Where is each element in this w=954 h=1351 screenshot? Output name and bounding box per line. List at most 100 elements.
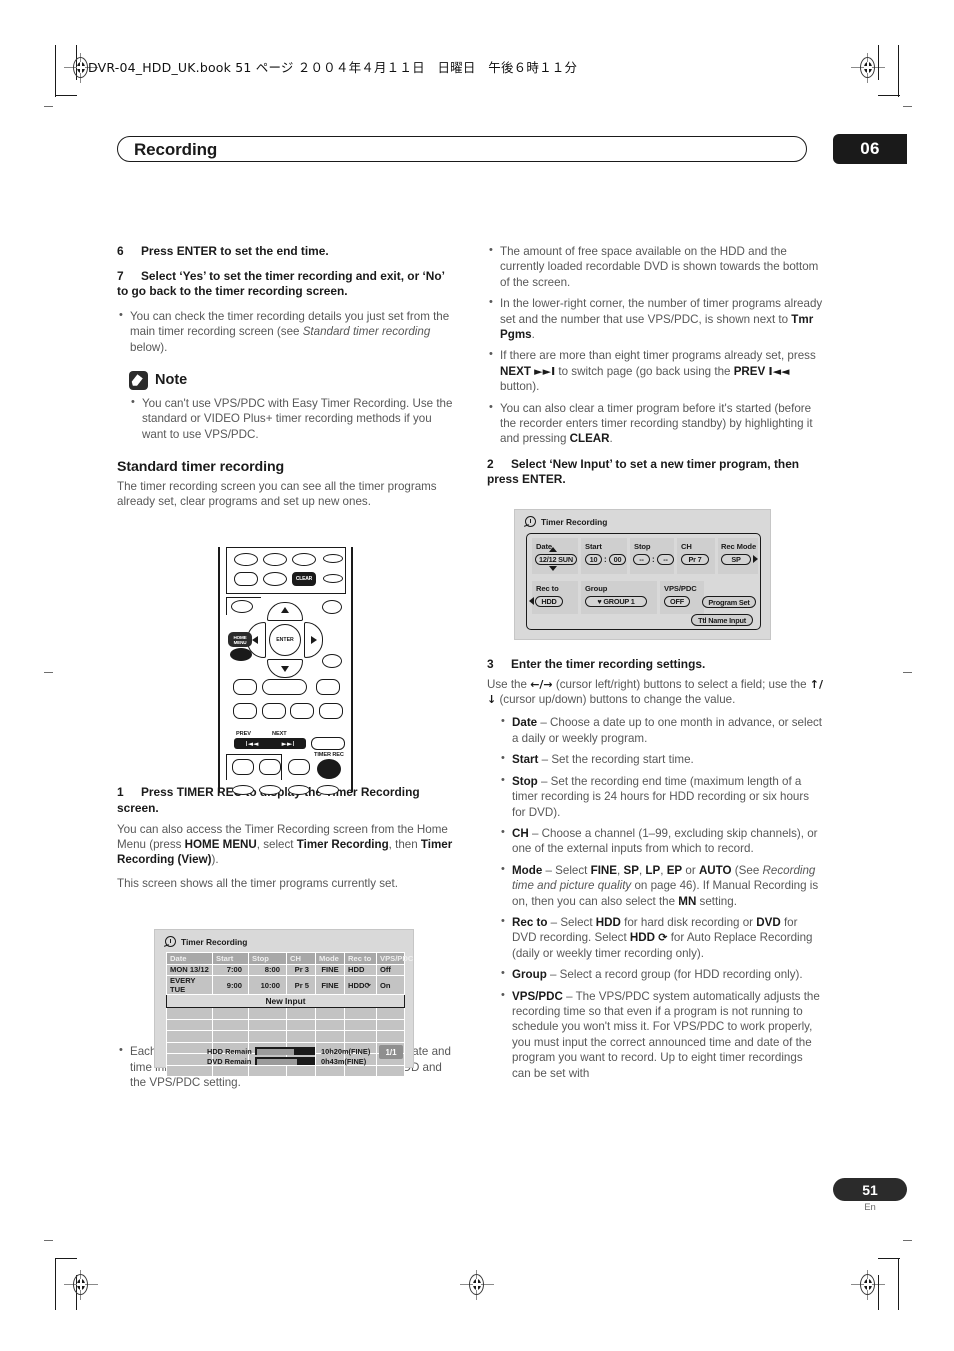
cell-stop: 10:00 xyxy=(248,975,287,995)
remote-key-prev-glyph: I◄◄ xyxy=(245,739,259,748)
cell-mode: FINE xyxy=(315,963,345,976)
remote-key-generic xyxy=(323,554,343,563)
up-arrow-icon xyxy=(549,547,557,552)
setting-term: Start xyxy=(512,753,539,767)
step-6-text: Press ENTER to set the end time. xyxy=(141,244,329,258)
step-2-text: Select ‘New Input’ to set a new timer pr… xyxy=(487,456,800,487)
osd-timer-recording-list: Timer Recording Date Start Stop CH Mode … xyxy=(154,929,414,1077)
osd-setup-title: Timer Recording xyxy=(525,516,607,527)
dpad-left-arrow-icon xyxy=(252,636,258,644)
value-start-minute[interactable]: 00 xyxy=(609,554,626,565)
setting-desc: – Set the recording end time (maximum le… xyxy=(512,774,810,819)
dpad-right-arrow-icon xyxy=(311,636,317,644)
remote-key-generic xyxy=(292,553,316,566)
value-stop-minute[interactable]: -- xyxy=(657,554,674,565)
page-language-code: En xyxy=(864,1202,876,1213)
remote-prev-next-bar[interactable]: I◄◄ ►►I xyxy=(234,738,306,749)
step-6-number: 6 xyxy=(117,244,124,258)
remote-key-generic xyxy=(233,703,257,719)
remote-key-generic xyxy=(259,785,281,795)
list-item: You can check the timer recording detail… xyxy=(117,308,453,355)
step-6: 6 Press ENTER to set the end time. xyxy=(117,244,453,260)
list-item: The amount of free space available on th… xyxy=(487,243,823,290)
down-arrow-icon xyxy=(549,566,557,571)
value-ch[interactable]: Pr 7 xyxy=(681,554,709,565)
value-stop-hour[interactable]: -- xyxy=(633,554,650,565)
value-date[interactable]: 12/12 SUN xyxy=(535,554,577,565)
remote-key-generic xyxy=(262,703,286,719)
remote-key-enter-label: ENTER xyxy=(276,637,294,643)
table-row[interactable] xyxy=(166,1018,405,1031)
label-start: Start xyxy=(585,542,602,551)
trim-mark-left-lower xyxy=(44,1240,53,1241)
timer-screen-notes: The amount of free space available on th… xyxy=(487,243,823,447)
remote-key-timer-rec[interactable] xyxy=(317,759,341,779)
title-name-input-button[interactable]: Ttl Name Input xyxy=(691,614,753,626)
pencil-icon xyxy=(129,371,148,390)
remote-key-generic xyxy=(322,600,342,614)
remote-key-clear[interactable]: CLEAR xyxy=(292,572,316,586)
table-row[interactable]: EVERY TUE 9:00 10:00 Pr 5 FINE HDD⟳ On xyxy=(166,975,405,995)
trim-mark-right-lower xyxy=(903,1240,912,1241)
setting-term: Group xyxy=(512,968,547,982)
remote-key-generic xyxy=(232,759,254,775)
table-row-new-input[interactable]: New Input xyxy=(166,994,405,1008)
stop-colon: : xyxy=(652,555,655,564)
remote-key-generic xyxy=(316,679,340,695)
col-stop: Stop xyxy=(248,952,287,965)
table-row[interactable] xyxy=(166,1030,405,1043)
note-heading: Note xyxy=(129,371,453,390)
table-row[interactable] xyxy=(166,1064,405,1077)
dvd-remain-bar xyxy=(255,1057,315,1065)
step-3-number: 3 xyxy=(487,657,494,672)
cell-mode: FINE xyxy=(315,975,345,995)
col-vps-pdc: VPS/PDC xyxy=(376,952,413,965)
chapter-number-badge: 06 xyxy=(833,134,907,164)
value-rec-to[interactable]: HDD xyxy=(535,596,563,607)
setting-desc: – Select a record group (for HDD recordi… xyxy=(550,968,803,982)
remote-key-generic xyxy=(290,703,314,719)
step-3: 3 Enter the timer recording settings. xyxy=(487,657,823,673)
list-item: You can't use VPS/PDC with Easy Timer Re… xyxy=(129,395,453,442)
step-7-number: 7 xyxy=(117,268,124,283)
list-item-mode: Mode – Select FINE, SP, LP, EP or AUTO (… xyxy=(499,862,823,909)
right-arrow-icon xyxy=(753,555,758,563)
cell-ch: Pr 3 xyxy=(286,963,316,976)
dpad-up-arrow-icon xyxy=(281,607,289,613)
osd-list-title-label: Timer Recording xyxy=(181,936,248,947)
start-colon: : xyxy=(604,555,607,564)
program-set-button[interactable]: Program Set xyxy=(702,596,756,608)
remote-key-enter[interactable]: ENTER xyxy=(269,624,301,656)
list-item: If there are more than eight timer progr… xyxy=(487,347,823,394)
label-ch: CH xyxy=(681,542,692,551)
remote-key-generic xyxy=(323,574,343,583)
right-column: The amount of free space available on th… xyxy=(487,243,823,1089)
remote-key-next-glyph: ►►I xyxy=(281,739,295,748)
cell-rec-to: HDD⟳ xyxy=(344,975,377,995)
value-vps-pdc[interactable]: OFF xyxy=(664,596,690,607)
value-start-hour[interactable]: 10 xyxy=(585,554,602,565)
value-rec-mode[interactable]: SP xyxy=(721,554,751,565)
cell-start: 7:00 xyxy=(212,963,249,976)
value-group[interactable]: ♥ GROUP 1 xyxy=(585,596,647,607)
step-2: 2 Select ‘New Input’ to set a new timer p… xyxy=(487,457,823,488)
setting-term: Date xyxy=(512,716,538,730)
table-row[interactable] xyxy=(166,1007,405,1020)
step-7-notes: You can check the timer recording detail… xyxy=(117,308,453,355)
remote-key-home-menu[interactable] xyxy=(230,648,252,661)
page-number-badge: 51 xyxy=(833,1178,907,1201)
label-vps-pdc: VPS/PDC xyxy=(664,584,697,593)
section-heading-standard-timer-recording: Standard timer recording xyxy=(117,459,285,476)
remote-dpad[interactable]: ENTER xyxy=(247,602,323,678)
section-body: The timer recording screen you can see a… xyxy=(117,479,437,509)
new-input-label: New Input xyxy=(166,994,405,1008)
list-item-date: Date – Choose a date up to one month in … xyxy=(499,714,823,746)
hdd-remain-label: HDD Remain xyxy=(207,1047,252,1056)
cell-rec-to: HDD xyxy=(344,963,377,976)
cell-ch: Pr 5 xyxy=(286,975,316,995)
table-row[interactable]: MON 13/12 7:00 8:00 Pr 3 FINE HDD Off xyxy=(166,963,405,976)
col-ch: CH xyxy=(286,952,316,965)
page-indicator-badge: 1/1 xyxy=(379,1045,403,1059)
note-body: You can't use VPS/PDC with Easy Timer Re… xyxy=(129,395,453,442)
osd-list-title: Timer Recording xyxy=(165,936,247,947)
